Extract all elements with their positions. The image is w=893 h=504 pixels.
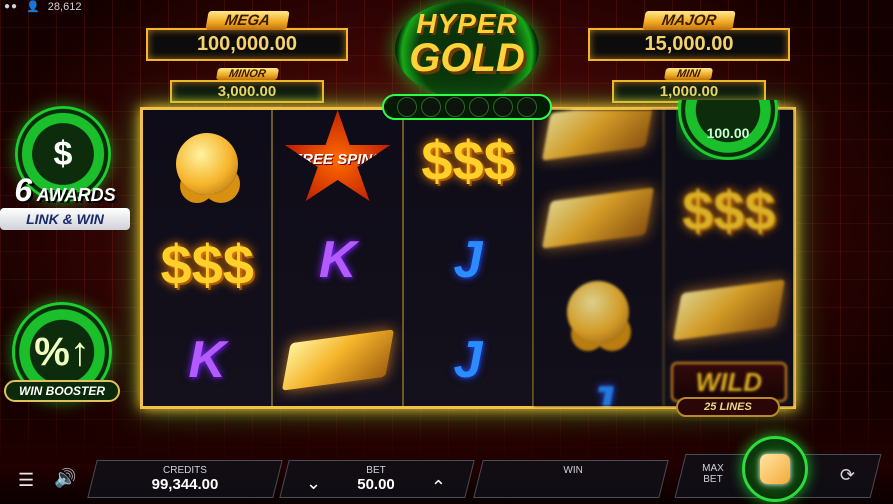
gold-bar-icon [672, 279, 785, 341]
symbol-j: J [404, 310, 532, 406]
j-icon: J [583, 376, 613, 406]
credits-value: 99,344.00 [151, 476, 219, 493]
k-icon: K [188, 331, 226, 389]
symbol-j: J [534, 355, 662, 406]
meter-pip [469, 97, 489, 117]
j-icon: J [453, 231, 483, 289]
logo-line2: GOLD [409, 36, 525, 80]
win-label: WIN [563, 465, 583, 476]
reel-1: $$$ K [143, 110, 274, 406]
credits-label: CREDITS [163, 465, 207, 476]
jackpot-mini: MINI 1,000.00 [612, 64, 766, 103]
free-spins-text: FREE SPINS [293, 151, 383, 168]
autoplay-icon[interactable]: ⟳ [840, 465, 855, 486]
free-spins-star-icon: FREE SPINS [284, 110, 391, 201]
symbol-coins [143, 114, 271, 214]
status-bar: ●● 👤 28,612 [4, 0, 82, 14]
spin-icon [760, 454, 790, 484]
symbol-coins [534, 262, 662, 362]
awards-count: 6 [14, 172, 33, 208]
win-booster-button[interactable]: %↑ WIN BOOSTER [4, 302, 120, 406]
user-icon: 👤 [26, 1, 40, 13]
dollar-sign-icon: $ [53, 134, 73, 173]
k-icon: K [318, 231, 357, 289]
player-count: 28,612 [47, 0, 82, 13]
symbol-free-spins: FREE SPINS [273, 110, 401, 210]
link-win-logo: LINK & WIN [0, 208, 130, 230]
symbol-gold-bars [534, 168, 662, 268]
dollar-icon: $$$ [421, 128, 515, 192]
coins-icon [567, 281, 630, 343]
max-bet-button[interactable]: MAX BET [695, 463, 731, 485]
jackpot-major: MAJOR 15,000.00 [588, 11, 790, 61]
awards-count-block: 6 AWARDS [0, 172, 130, 209]
win-booster-label: WIN BOOSTER [4, 380, 120, 402]
sound-icon[interactable]: 🔊 [54, 468, 76, 489]
meter-pip [493, 97, 513, 117]
jackpot-minor-value: 3,000.00 [170, 80, 324, 103]
symbol-dollar: $$$ [143, 214, 271, 314]
chevron-down-icon[interactable]: ⌄ [306, 473, 321, 494]
jackpot-major-value: 15,000.00 [588, 28, 790, 61]
bonus-meter [382, 94, 552, 120]
symbol-k: K [273, 210, 401, 310]
jackpot-mega: MEGA 100,000.00 [146, 11, 348, 61]
bet-panel: BET 50.00 ⌄ ⌃ [279, 460, 475, 498]
credits-panel: CREDITS 99,344.00 [87, 460, 283, 498]
bonus-chip-value: 100.00 [706, 125, 750, 141]
jackpot-mini-label: MINI [664, 68, 714, 80]
connection-icon: ●● [4, 1, 19, 12]
awards-label: AWARDS [36, 185, 116, 205]
spin-button[interactable] [742, 436, 808, 502]
symbol-j: J [404, 210, 532, 310]
jackpot-mega-value: 100,000.00 [146, 28, 348, 61]
jackpot-mega-label: MEGA [204, 11, 290, 30]
game-logo: HYPER GOLD [395, 0, 539, 98]
meter-pip [397, 97, 417, 117]
jackpot-minor-label: MINOR [215, 68, 279, 80]
coins-icon [176, 133, 239, 195]
symbol-gold-bars [273, 310, 401, 406]
gold-bar-icon [542, 187, 655, 249]
bonus-chip-icon: 100.00 [678, 100, 778, 160]
bonus-chip-partial: 100.00 [676, 100, 780, 160]
dollar-icon: $$$ [682, 178, 776, 242]
jackpot-minor: MINOR 3,000.00 [170, 64, 324, 103]
symbol-k: K [143, 310, 271, 406]
gold-bar-icon [281, 329, 394, 391]
lines-badge: 25 LINES [676, 397, 780, 417]
meter-pip [517, 97, 537, 117]
reel-3: $$$ J J [403, 110, 535, 406]
menu-icon[interactable]: ☰ [18, 470, 34, 491]
meter-pip [421, 97, 441, 117]
chevron-up-icon[interactable]: ⌃ [431, 477, 446, 498]
game-stage: ●● 👤 28,612 MEGA 100,000.00 MINOR 3,000.… [0, 0, 893, 504]
j-icon: J [453, 331, 483, 389]
symbol-wild: WILD [670, 362, 788, 402]
dollar-icon: $$$ [160, 232, 254, 296]
meter-pip [445, 97, 465, 117]
reel-2: FREE SPINS K [273, 110, 404, 406]
win-panel: WIN [473, 460, 669, 498]
jackpot-major-label: MAJOR [642, 11, 736, 30]
symbol-dollar: $$$ [665, 160, 793, 260]
symbol-dollar: $$$ [404, 110, 532, 210]
reel-4: J [534, 110, 665, 406]
gold-bar-icon [542, 110, 655, 161]
symbol-gold-bars [665, 260, 793, 360]
